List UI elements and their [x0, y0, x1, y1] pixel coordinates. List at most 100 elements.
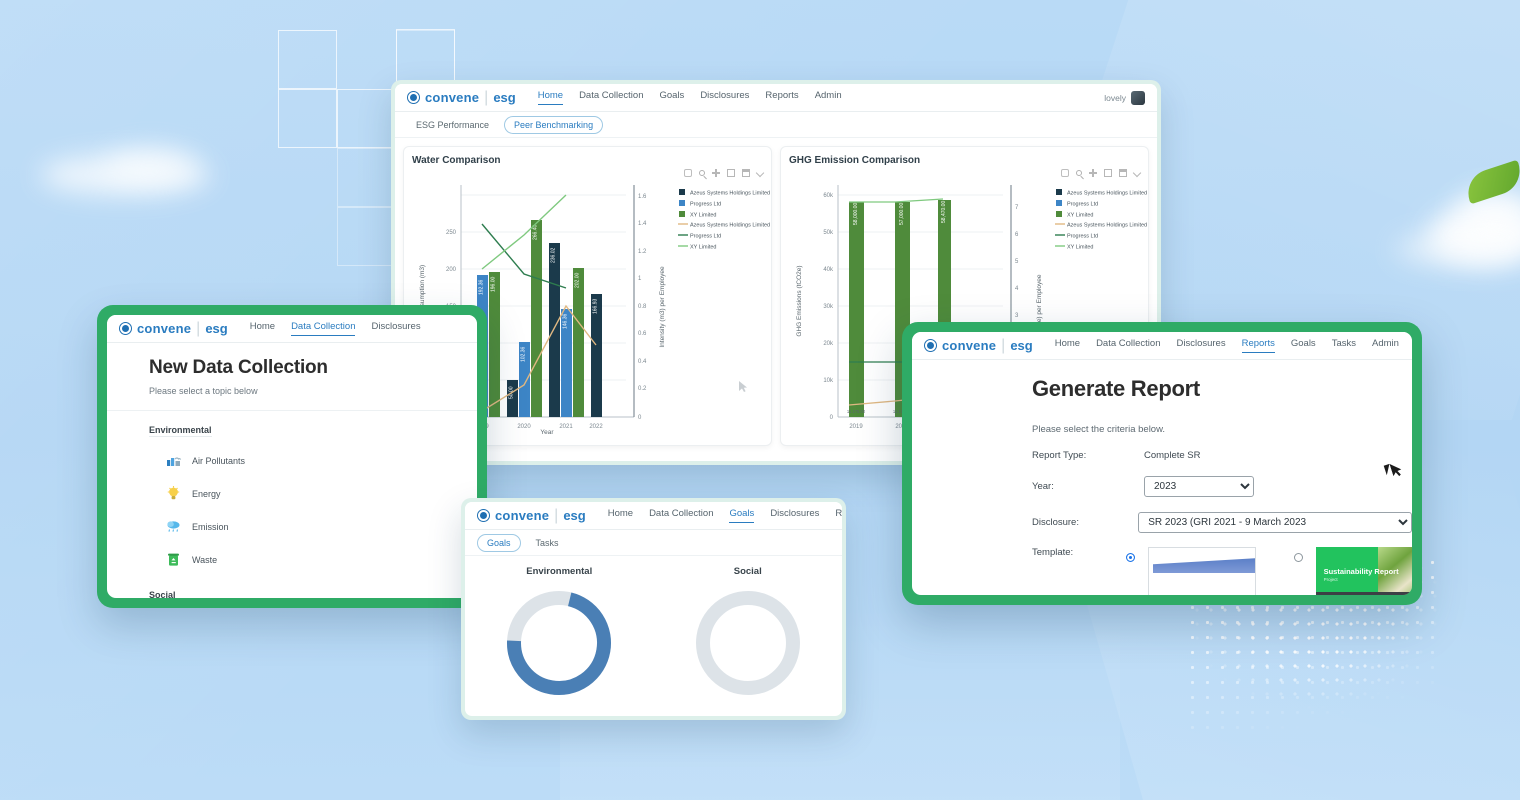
dc-body: New Data Collection Please select a topi… [107, 343, 477, 598]
nav-item-admin[interactable]: Admin [815, 90, 842, 105]
svg-text:Azeus Systems Holdings Limited: Azeus Systems Holdings Limited [1067, 223, 1147, 229]
avatar[interactable] [1131, 91, 1145, 105]
subtab-goals[interactable]: Goals [477, 534, 521, 552]
goals-nav: Home Data Collection Goals Disclosures R… [608, 508, 842, 523]
field-report-type: Report Type: Complete SR [1032, 450, 1412, 461]
svg-text:6: 6 [1015, 232, 1019, 238]
box-select-icon[interactable] [1104, 169, 1112, 177]
svg-text:Intensity (m3) per Employee: Intensity (m3) per Employee [659, 266, 666, 348]
gr-body: Generate Report Please select the criter… [912, 360, 1412, 595]
brand-name: convene [942, 338, 996, 353]
nav-item-goals[interactable]: Goals [1291, 338, 1316, 353]
svg-text:5: 5 [1015, 259, 1019, 265]
section-heading-environmental: Environmental [149, 425, 212, 437]
water-chart-legend: Azeus Systems Holdings Limited Progress … [678, 189, 770, 251]
nav-item-data-collection[interactable]: Data Collection [1096, 338, 1160, 353]
page-subtitle: Please select the criteria below. [1032, 424, 1412, 435]
lasso-select-icon[interactable] [742, 169, 750, 177]
field-label: Disclosure: [1032, 517, 1138, 528]
brand-product: esg [205, 321, 227, 336]
main-subtabs: ESG Performance Peer Benchmarking [395, 112, 1157, 138]
svg-text:57,000.00: 57,000.00 [899, 203, 905, 225]
lasso-select-icon[interactable] [1119, 169, 1127, 177]
nav-item-home[interactable]: Home [1055, 338, 1080, 353]
nav-item-data-collection[interactable]: Data Collection [649, 508, 713, 523]
svg-text:Progress Ltd: Progress Ltd [690, 202, 721, 208]
nav-item-disclosures[interactable]: Disclosures [1176, 338, 1225, 353]
svg-text:1: 1 [638, 276, 642, 282]
topic-waste[interactable]: Waste [149, 543, 339, 576]
svg-text:166.93: 166.93 [593, 298, 599, 314]
box-select-icon[interactable] [727, 169, 735, 177]
nav-item-goals[interactable]: Goals [729, 508, 754, 523]
convene-logo-icon [119, 322, 132, 335]
field-label: Report Type: [1032, 450, 1144, 461]
nav-item-reports[interactable]: Reports [1242, 338, 1275, 353]
brand-separator: | [484, 89, 488, 107]
thumbnail-footer-bar [1316, 592, 1412, 595]
subtab-tasks[interactable]: Tasks [527, 535, 568, 551]
topic-emission[interactable]: Emission [149, 510, 339, 543]
user-menu[interactable]: lovely [1104, 91, 1145, 105]
nav-item-admin[interactable]: Admin [1372, 338, 1399, 353]
reset-axes-icon[interactable] [756, 169, 764, 177]
topic-energy[interactable]: Energy [149, 477, 339, 510]
svg-text:XY Limited: XY Limited [1067, 213, 1094, 219]
template-thumbnail-blue-wave[interactable] [1148, 547, 1256, 595]
svg-text:0.8: 0.8 [638, 304, 647, 310]
nav-item-disclosures[interactable]: Disclosures [700, 90, 749, 105]
topic-air-pollutants[interactable]: Air Pollutants [149, 444, 339, 477]
main-topbar: convene | esg Home Data Collection Goals… [395, 84, 1157, 112]
nav-item-home[interactable]: Home [250, 321, 275, 336]
environmental-progress-donut [499, 583, 619, 703]
disclosure-select[interactable]: SR 2023 (GRI 2021 - 9 March 2023 [1138, 512, 1412, 533]
pan-icon[interactable] [1089, 169, 1097, 177]
nav-item-disclosures[interactable]: Disclosures [371, 321, 420, 336]
template-thumbnail-sustainability[interactable]: Sustainability Report Project [1316, 547, 1412, 595]
year-select[interactable]: 2023 [1144, 476, 1254, 497]
template-radio-blue-wave[interactable] [1126, 553, 1135, 562]
ghg-chart-toolbar[interactable] [1061, 169, 1140, 177]
subtab-esg-performance[interactable]: ESG Performance [407, 117, 498, 133]
reset-axes-icon[interactable] [1133, 169, 1141, 177]
subtab-peer-benchmarking[interactable]: Peer Benchmarking [504, 116, 603, 134]
convene-esg-logo: convene | esg [477, 507, 586, 525]
nav-item-disclosures[interactable]: Disclosures [770, 508, 819, 523]
zoom-icon[interactable] [699, 170, 705, 176]
water-chart-toolbar[interactable] [684, 169, 763, 177]
goals-donut-row: Environmental Social [465, 556, 842, 708]
nav-item-tasks[interactable]: Tasks [1332, 338, 1356, 353]
nav-item-goals[interactable]: Goals [659, 90, 684, 105]
svg-text:60k: 60k [823, 193, 834, 199]
svg-text:XY Limited: XY Limited [690, 213, 717, 219]
template-radio-sustainability[interactable] [1294, 553, 1303, 562]
nav-item-reports[interactable]: Reports [765, 90, 798, 105]
svg-text:Azeus Systems Holdings Limited: Azeus Systems Holdings Limited [690, 223, 770, 229]
nav-item-reports[interactable]: Reports [835, 508, 842, 523]
social-progress-donut [688, 583, 808, 703]
camera-icon[interactable] [1061, 169, 1069, 177]
camera-icon[interactable] [684, 169, 692, 177]
svg-text:2019: 2019 [849, 424, 863, 430]
svg-text:Progress Ltd: Progress Ltd [690, 234, 721, 240]
gr-nav: Home Data Collection Disclosures Reports… [1055, 338, 1399, 353]
water-panel-title: Water Comparison [412, 155, 763, 166]
pan-icon[interactable] [712, 169, 720, 177]
svg-text:0.6: 0.6 [638, 331, 647, 337]
svg-text:2021: 2021 [559, 424, 573, 430]
mouse-cursor [1384, 463, 1397, 476]
svg-text:30k: 30k [823, 304, 834, 310]
zoom-icon[interactable] [1076, 170, 1082, 176]
nav-item-data-collection[interactable]: Data Collection [291, 321, 355, 336]
nav-item-home[interactable]: Home [538, 90, 563, 105]
generate-report-window: convene | esg Home Data Collection Discl… [902, 322, 1422, 605]
convene-esg-logo: convene | esg [407, 89, 516, 107]
nav-item-home[interactable]: Home [608, 508, 633, 523]
new-data-collection-window: convene | esg Home Data Collection Discl… [97, 305, 487, 608]
page-subtitle: Please select a topic below [149, 386, 477, 396]
svg-text:11.175.00: 11.175.00 [847, 409, 866, 414]
field-label: Year: [1032, 481, 1144, 492]
brand-separator: | [554, 507, 558, 525]
nav-item-data-collection[interactable]: Data Collection [579, 90, 643, 105]
field-disclosure: Disclosure: SR 2023 (GRI 2021 - 9 March … [1032, 512, 1412, 533]
